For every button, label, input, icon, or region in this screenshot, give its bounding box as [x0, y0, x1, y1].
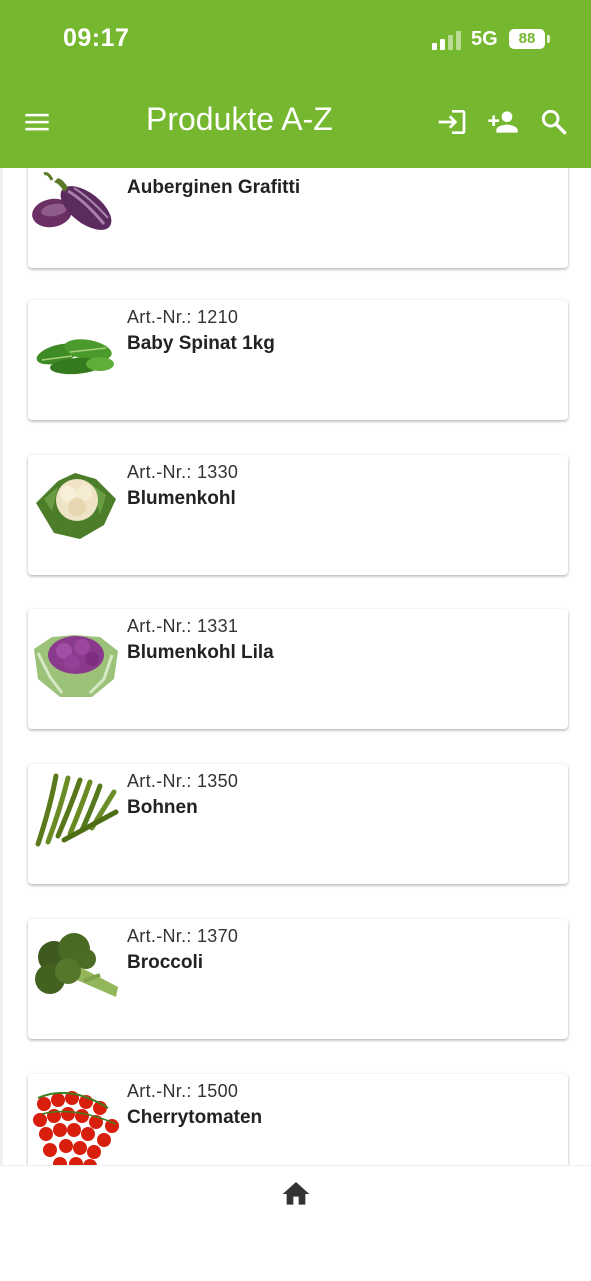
product-name: Broccoli — [127, 952, 204, 973]
app-bar: Produkte A-Z — [0, 80, 591, 168]
product-name: Bohnen — [127, 797, 198, 818]
purple-cauliflower-image — [34, 635, 118, 697]
product-list[interactable]: Auberginen Grafitti Art.-Nr.: 1210 Baby … — [0, 168, 591, 1165]
cauliflower-image — [36, 473, 116, 539]
add-person-icon[interactable] — [487, 106, 519, 138]
product-card[interactable]: Art.-Nr.: 1370 Broccoli — [28, 919, 568, 1039]
eggplant-image — [32, 172, 112, 230]
bottom-nav — [0, 1165, 591, 1281]
product-card[interactable]: Auberginen Grafitti — [28, 168, 568, 268]
product-card[interactable]: Art.-Nr.: 1330 Blumenkohl — [28, 455, 568, 575]
login-icon[interactable] — [436, 106, 468, 138]
product-artnr: Art.-Nr.: 1500 — [127, 1081, 239, 1101]
product-artnr: Art.-Nr.: 1331 — [127, 616, 239, 636]
home-icon[interactable] — [280, 1178, 312, 1210]
search-icon[interactable] — [538, 106, 570, 138]
product-artnr: Art.-Nr.: 1370 — [127, 926, 239, 946]
status-time: 09:17 — [63, 24, 130, 52]
broccoli-image — [35, 933, 118, 997]
product-name: Blumenkohl — [127, 488, 236, 509]
product-artnr: Art.-Nr.: 1330 — [127, 462, 239, 482]
cherry-tomatoes-image — [33, 1091, 119, 1165]
product-artnr: Art.-Nr.: 1350 — [127, 771, 239, 791]
battery-level: 88 — [509, 29, 545, 49]
product-card[interactable]: Art.-Nr.: 1350 Bohnen — [28, 764, 568, 884]
product-name: Cherrytomaten — [127, 1107, 263, 1128]
green-beans-image — [35, 773, 119, 847]
page-title: Produkte A-Z — [146, 101, 333, 137]
product-name: Blumenkohl Lila — [127, 642, 274, 663]
status-bar: 09:17 5G 88 — [0, 0, 591, 80]
menu-icon[interactable] — [23, 108, 51, 136]
product-card[interactable]: Art.-Nr.: 1331 Blumenkohl Lila — [28, 609, 568, 729]
product-card[interactable]: Art.-Nr.: 1210 Baby Spinat 1kg — [28, 300, 568, 420]
spinach-image — [36, 339, 114, 375]
product-card[interactable]: Art.-Nr.: 1500 Cherrytomaten — [28, 1074, 568, 1165]
product-name: Auberginen Grafitti — [127, 177, 301, 198]
network-type: 5G — [471, 28, 498, 50]
battery-icon: 88 — [509, 29, 551, 49]
product-artnr: Art.-Nr.: 1210 — [127, 307, 239, 327]
signal-icon — [432, 31, 461, 50]
product-name: Baby Spinat 1kg — [127, 333, 275, 354]
